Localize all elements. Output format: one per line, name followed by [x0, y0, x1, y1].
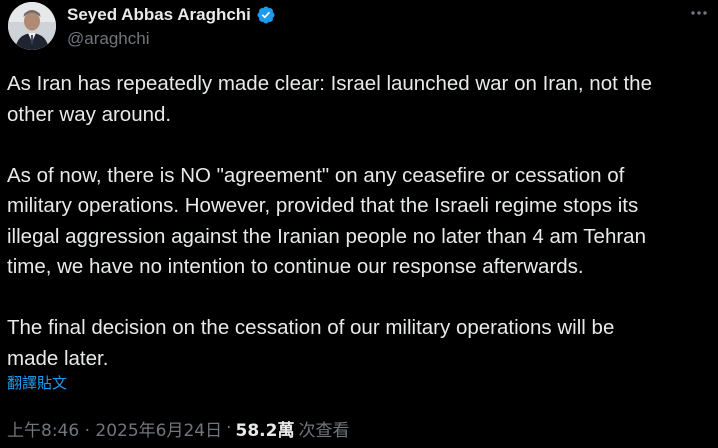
meta-separator: · [226, 418, 232, 438]
more-options-button[interactable] [684, 0, 714, 26]
tweet-meta-row: 上午8:46 · 2025年6月24日 · 58.2萬 次查看 [7, 416, 350, 441]
author-handle[interactable]: @araghchi [67, 29, 149, 49]
views-label: 次查看 [298, 420, 350, 441]
timestamp[interactable]: 上午8:46 · 2025年6月24日 [7, 416, 222, 441]
tweet-paragraph: The final decision on the cessation of o… [7, 316, 615, 370]
tweet: Seyed Abbas Araghchi @araghchi As Iran h… [0, 0, 718, 448]
more-options-icon [691, 11, 707, 15]
author-display-name[interactable]: Seyed Abbas Araghchi [67, 5, 251, 25]
translate-post-link[interactable]: 翻譯貼文 [7, 372, 67, 393]
author-name-row: Seyed Abbas Araghchi [67, 3, 276, 27]
tweet-text: As Iran has repeatedly made clear: Israe… [7, 69, 707, 374]
views-count: 58.2萬 [235, 420, 295, 441]
tweet-paragraph: As of now, there is NO "agreement" on an… [7, 163, 646, 279]
tweet-paragraph: As Iran has repeatedly made clear: Israe… [7, 72, 652, 126]
avatar[interactable] [8, 2, 56, 50]
verified-badge-icon [256, 5, 276, 25]
user-avatar-photo [8, 2, 56, 50]
